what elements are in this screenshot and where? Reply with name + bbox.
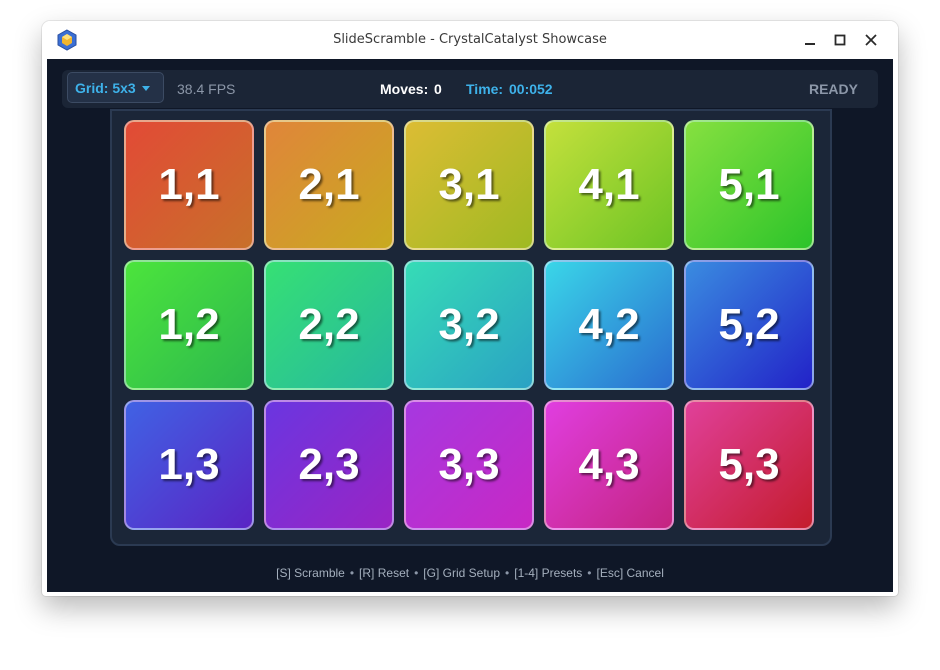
hint-key: [R] xyxy=(359,566,375,580)
puzzle-tile[interactable]: 2,1 xyxy=(264,120,394,250)
time-label: Time: xyxy=(466,81,504,97)
game-area: Grid: 5x3 38.4 FPS Moves: 0 Time: 00:052… xyxy=(47,59,893,592)
close-button[interactable] xyxy=(860,29,882,51)
moves-label: Moves: xyxy=(380,81,429,97)
puzzle-tile[interactable]: 4,2 xyxy=(544,260,674,390)
close-icon xyxy=(865,34,877,46)
maximize-button[interactable] xyxy=(829,29,851,51)
tile-label: 4,3 xyxy=(578,440,640,489)
moves-value: 0 xyxy=(434,81,442,97)
status-indicator: READY xyxy=(808,81,858,97)
hint-key: [1-4] xyxy=(514,566,539,580)
tile-label: 3,2 xyxy=(438,300,500,349)
minimize-button[interactable] xyxy=(799,29,821,51)
tile-label: 5,3 xyxy=(718,440,780,489)
fps-counter: 38.4 FPS xyxy=(177,81,236,97)
hint-key: [Esc] xyxy=(596,566,624,580)
hint-action: Scramble xyxy=(294,566,345,580)
puzzle-tile[interactable]: 2,2 xyxy=(264,260,394,390)
puzzle-tile[interactable]: 4,3 xyxy=(544,400,674,530)
puzzle-tile[interactable]: 4,1 xyxy=(544,120,674,250)
minimize-icon xyxy=(805,43,815,45)
tile-label: 3,3 xyxy=(438,440,500,489)
puzzle-tile[interactable]: 1,3 xyxy=(124,400,254,530)
grid-size-dropdown[interactable]: Grid: 5x3 xyxy=(67,72,164,103)
puzzle-tile[interactable]: 5,3 xyxy=(684,400,814,530)
tile-label: 1,2 xyxy=(158,300,220,349)
puzzle-tile[interactable]: 5,2 xyxy=(684,260,814,390)
puzzle-tile[interactable]: 1,2 xyxy=(124,260,254,390)
puzzle-tile[interactable]: 2,3 xyxy=(264,400,394,530)
hint-key: [G] xyxy=(423,566,440,580)
tile-label: 5,1 xyxy=(718,160,780,209)
hint-separator: • xyxy=(414,566,419,580)
puzzle-tile[interactable]: 3,2 xyxy=(404,260,534,390)
grid-size-label: Grid: 5x3 xyxy=(75,80,136,96)
hint-separator: • xyxy=(349,566,355,580)
maximize-icon xyxy=(834,34,846,46)
tile-label: 2,2 xyxy=(298,300,360,349)
hint-separator: • xyxy=(505,566,510,580)
tile-label: 3,1 xyxy=(438,160,500,209)
puzzle-tile[interactable]: 3,1 xyxy=(404,120,534,250)
tile-label: 1,3 xyxy=(158,440,220,489)
hint-action: Cancel xyxy=(626,566,664,580)
puzzle-tile[interactable]: 1,1 xyxy=(124,120,254,250)
window-title: SlideScramble - CrystalCatalyst Showcase xyxy=(333,32,607,47)
tile-label: 2,1 xyxy=(298,160,360,209)
app-window: SlideScramble - CrystalCatalyst Showcase… xyxy=(42,21,898,596)
tile-label: 1,1 xyxy=(158,160,220,209)
tile-label: 4,2 xyxy=(578,300,640,349)
puzzle-tile[interactable]: 5,1 xyxy=(684,120,814,250)
tile-label: 4,1 xyxy=(578,160,640,209)
hint-key: [S] xyxy=(276,566,291,580)
chevron-down-icon xyxy=(142,86,150,91)
hint-separator: • xyxy=(587,566,592,580)
hint-action: Grid Setup xyxy=(442,566,501,580)
tile-label: 5,2 xyxy=(718,300,780,349)
puzzle-tile[interactable]: 3,3 xyxy=(404,400,534,530)
hint-action: Presets xyxy=(541,566,583,580)
time-value: 00:052 xyxy=(509,81,553,97)
tile-label: 2,3 xyxy=(298,440,360,489)
toolbar: Grid: 5x3 38.4 FPS Moves: 0 Time: 00:052… xyxy=(62,70,878,108)
keyboard-hints: [S] Scramble • [R] Reset • [G] Grid Setup • [1… xyxy=(47,566,893,580)
title-bar[interactable]: SlideScramble - CrystalCatalyst Showcase xyxy=(42,21,898,59)
puzzle-board: 1,1 2,1 3,1 4,1 5,1 1,2 2,2 3,2 4,2 5,2 1,3 2,3 3,3 4… xyxy=(110,109,832,546)
hint-action: Reset xyxy=(377,566,410,580)
